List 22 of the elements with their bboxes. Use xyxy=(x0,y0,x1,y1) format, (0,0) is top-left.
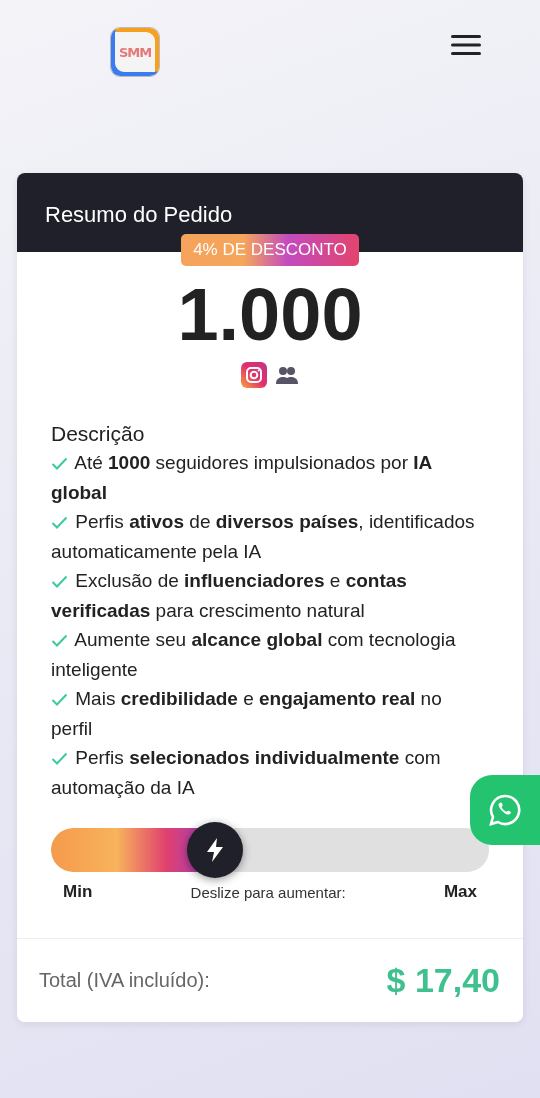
description-heading: Descrição xyxy=(51,422,146,446)
check-icon xyxy=(51,634,68,648)
check-icon xyxy=(51,752,68,766)
quantity: 1.000 xyxy=(176,278,364,352)
total-label: Total (IVA incluído): xyxy=(39,969,210,992)
discount-badge: 4% DE DESCONTO xyxy=(181,234,359,266)
logo-text: SMM xyxy=(118,44,152,60)
slider-hint: Deslize para aumentar: xyxy=(190,883,346,901)
min-label: Min xyxy=(63,882,93,902)
chat-phone-icon xyxy=(488,793,522,827)
order-title: Resumo do Pedido xyxy=(45,201,233,228)
total-price: $ 17,40 xyxy=(386,961,500,1000)
instagram-icon xyxy=(241,362,267,388)
check-icon xyxy=(51,693,68,707)
app-logo[interactable]: SMM xyxy=(110,27,160,77)
check-icon xyxy=(51,457,68,471)
users-icon xyxy=(275,365,299,385)
check-icon xyxy=(51,575,68,589)
menu-icon[interactable] xyxy=(451,34,481,56)
slider-handle[interactable] xyxy=(187,822,244,878)
max-label: Max xyxy=(443,882,477,902)
check-icon xyxy=(51,516,68,530)
